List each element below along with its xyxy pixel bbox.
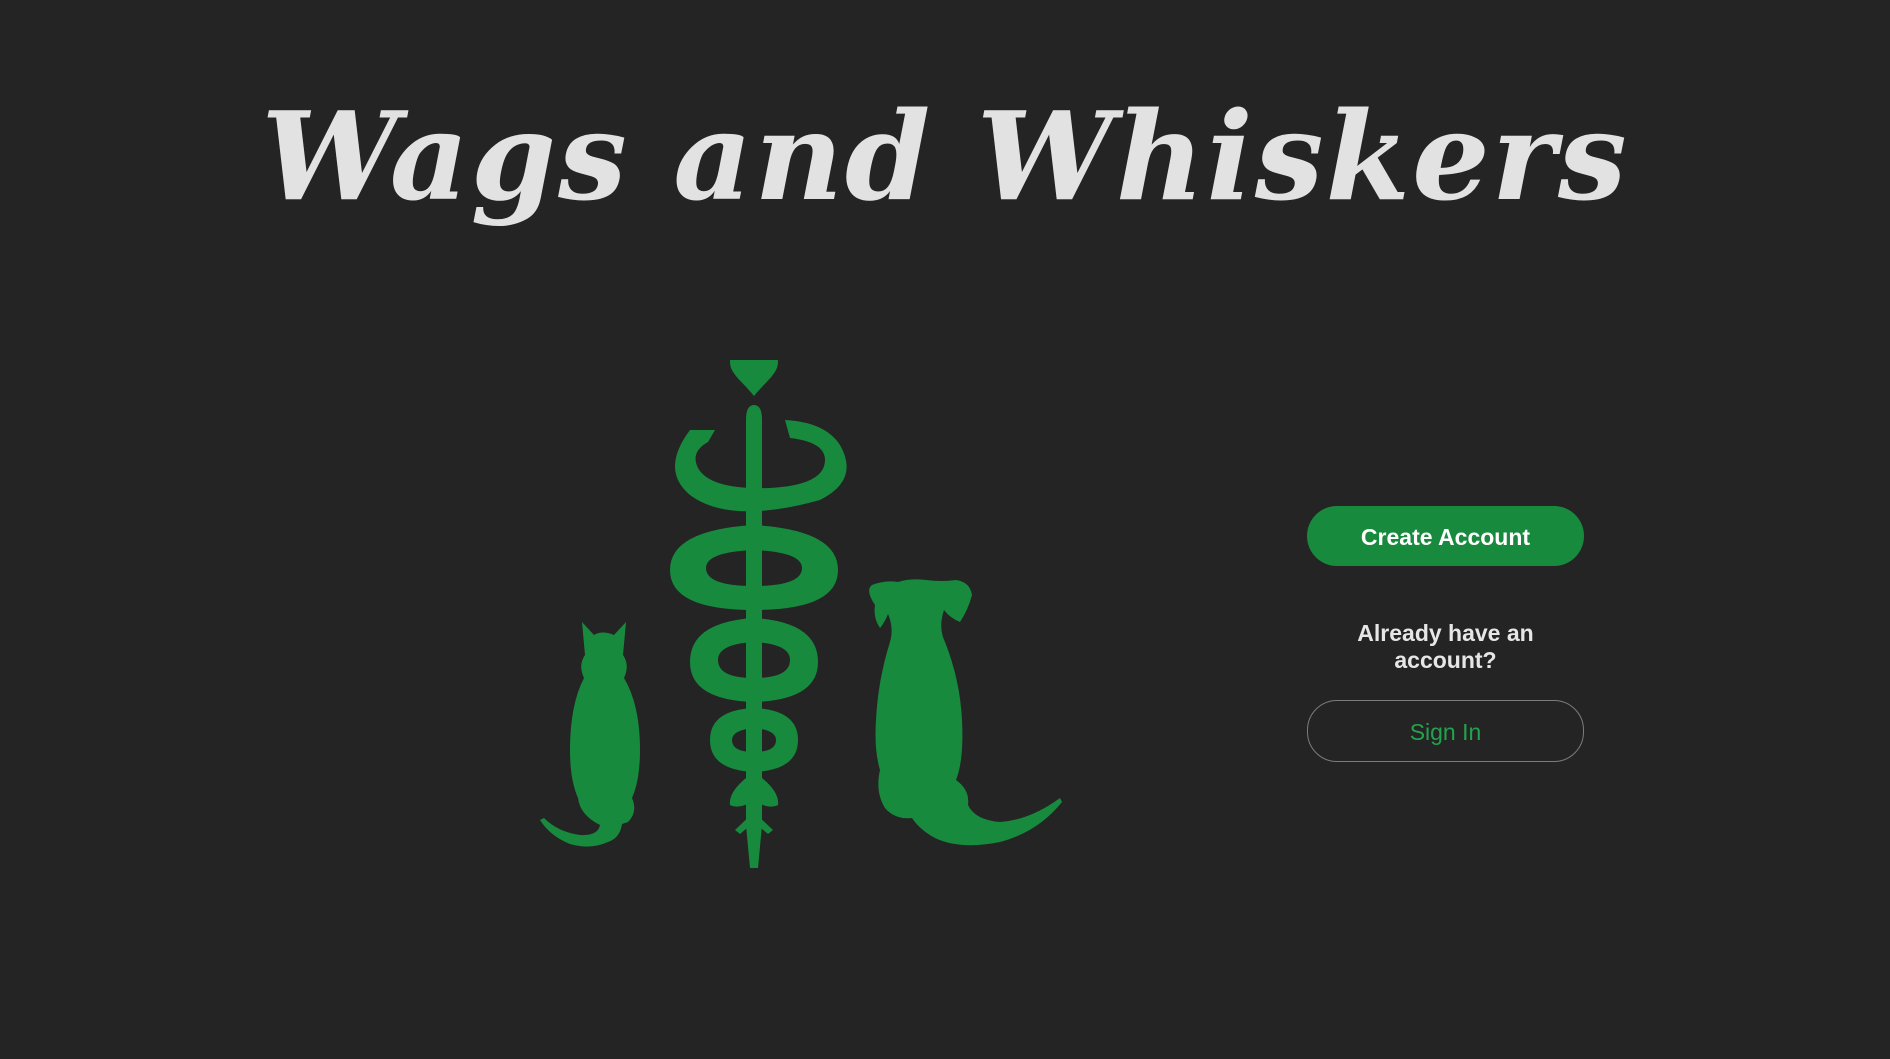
heart-icon <box>730 360 778 396</box>
vet-logo-icon <box>540 360 1062 868</box>
create-account-button[interactable]: Create Account <box>1307 506 1584 566</box>
site-title: Wags and Whiskers <box>261 84 1629 228</box>
landing-page: Wags and Whiskers Create Account Already… <box>0 0 1890 1059</box>
auth-actions: Create Account Already have an account? … <box>1307 506 1584 762</box>
cat-silhouette <box>540 622 640 847</box>
signin-prompt: Already have an account? <box>1357 620 1534 673</box>
sign-in-button[interactable]: Sign In <box>1307 700 1584 762</box>
dog-silhouette <box>869 579 1062 846</box>
